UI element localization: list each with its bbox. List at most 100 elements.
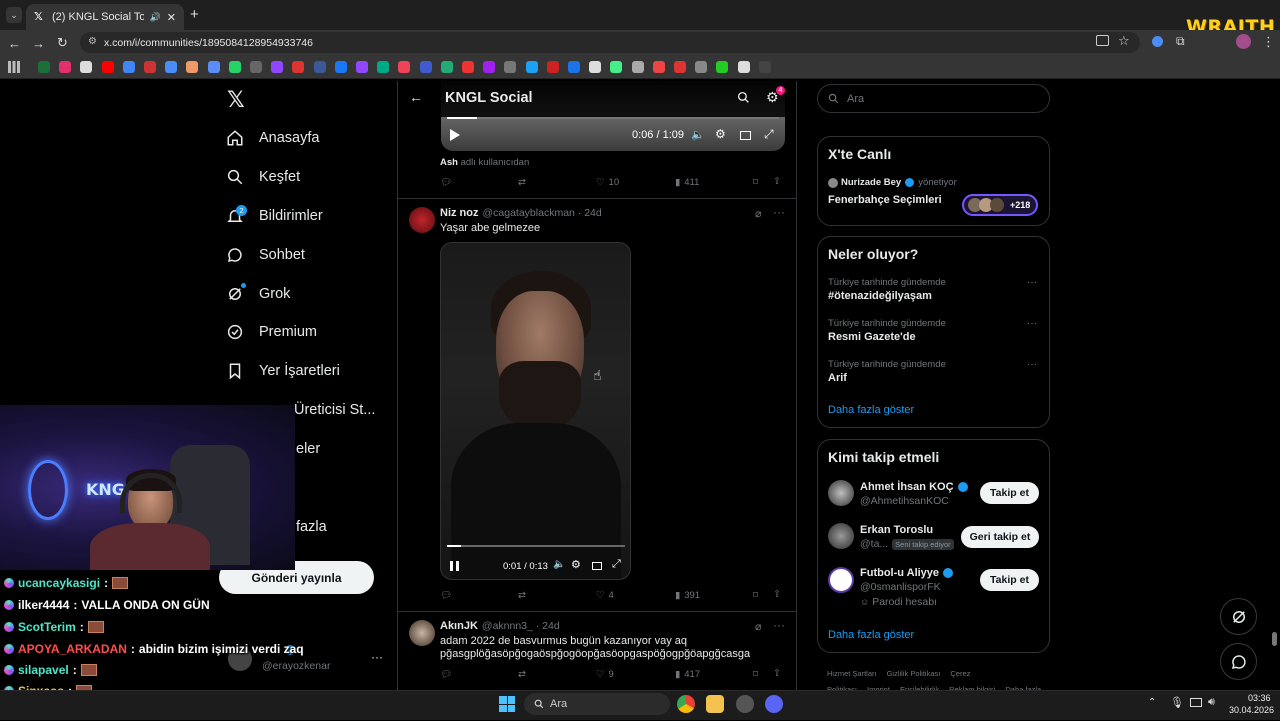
bookmark-favicon-icon[interactable] bbox=[440, 61, 453, 73]
bookmark-favicon-icon[interactable] bbox=[674, 61, 686, 73]
close-tab-icon[interactable]: ✕ bbox=[167, 11, 176, 24]
browser-tab[interactable]: 𝕏 (2) KNGL Social Topluluk / X 🔊 ✕ bbox=[26, 4, 184, 30]
account-more-icon[interactable]: ··· bbox=[371, 650, 383, 664]
like-button[interactable]: ♡ 10 bbox=[596, 177, 619, 188]
extensions-puzzle-icon[interactable]: ⧉ bbox=[1176, 34, 1185, 49]
sidebar-search-input[interactable]: Ara bbox=[817, 84, 1050, 113]
share-button[interactable]: ⇧ bbox=[773, 668, 781, 679]
reply-button[interactable]: 💬︎ bbox=[440, 669, 452, 680]
repost-button[interactable]: ⇄ bbox=[518, 669, 526, 680]
pip-icon[interactable] bbox=[592, 562, 602, 570]
reply-button[interactable]: 💬︎ bbox=[440, 590, 452, 601]
follow-back-button[interactable]: Geri takip et bbox=[961, 526, 1039, 548]
trends-show-more[interactable]: Daha fazla göster bbox=[828, 404, 914, 416]
tray-chevron-icon[interactable]: ⌃ bbox=[1148, 697, 1156, 708]
back-icon[interactable]: ← bbox=[8, 36, 21, 51]
bookmark-favicon-icon[interactable] bbox=[504, 61, 517, 73]
post-more-icon[interactable]: ··· bbox=[773, 205, 785, 219]
clock-time[interactable]: 03:36 bbox=[1248, 693, 1271, 703]
settings-taskbar-icon[interactable] bbox=[736, 695, 754, 713]
grok-post-icon[interactable]: ⌀ bbox=[755, 207, 762, 220]
tab-list-button[interactable]: ⌄ bbox=[6, 7, 22, 23]
bookmark-favicon-icon[interactable] bbox=[228, 61, 241, 73]
nav-creator-studio[interactable]: Üreticisi St... bbox=[294, 402, 375, 418]
bookmark-favicon-icon[interactable] bbox=[377, 61, 390, 73]
bookmark-favicon-icon[interactable] bbox=[737, 61, 750, 73]
grok-post-icon[interactable]: ⌀ bbox=[755, 620, 762, 633]
post-avatar[interactable] bbox=[409, 620, 435, 646]
nav-lists[interactable]: eler bbox=[296, 441, 320, 457]
forward-icon[interactable]: → bbox=[32, 36, 45, 51]
follow-show-more[interactable]: Daha fazla göster bbox=[828, 629, 914, 641]
profile-avatar[interactable] bbox=[1236, 34, 1251, 49]
nav-home[interactable]: Anasayfa bbox=[226, 124, 319, 152]
bookmark-favicon-icon[interactable] bbox=[631, 61, 644, 73]
bookmark-favicon-icon[interactable] bbox=[398, 61, 411, 73]
post-more-icon[interactable]: ··· bbox=[773, 618, 785, 632]
extension-icon[interactable] bbox=[1152, 36, 1163, 47]
grok-float-button[interactable] bbox=[1220, 598, 1257, 635]
follow-avatar[interactable] bbox=[828, 567, 854, 593]
share-button[interactable]: ⇧ bbox=[773, 589, 781, 600]
footer-link[interactable]: Hizmet Şartları bbox=[827, 669, 877, 678]
bookmark-favicon-icon[interactable] bbox=[652, 61, 665, 73]
like-button[interactable]: ♡ 9 bbox=[596, 669, 614, 680]
bookmark-favicon-icon[interactable] bbox=[568, 61, 580, 73]
bookmark-favicon-icon[interactable] bbox=[292, 61, 305, 73]
nav-premium[interactable]: Premium bbox=[226, 318, 317, 346]
follow-button[interactable]: Takip et bbox=[980, 482, 1039, 504]
x-home-logo[interactable]: 𝕏 bbox=[227, 88, 245, 113]
volume-icon[interactable]: 🔈 bbox=[691, 128, 705, 141]
network-icon[interactable] bbox=[1190, 698, 1202, 707]
clock-date[interactable]: 30.04.2026 bbox=[1229, 705, 1274, 715]
browser-menu-icon[interactable]: ⋮ bbox=[1262, 34, 1275, 50]
nav-grok[interactable]: Grok bbox=[226, 280, 290, 308]
pip-icon[interactable] bbox=[740, 131, 751, 140]
like-button[interactable]: ♡ 4 bbox=[596, 590, 614, 601]
post-avatar[interactable] bbox=[409, 207, 435, 233]
bookmark-favicon-icon[interactable] bbox=[758, 61, 771, 73]
bookmark-favicon-icon[interactable] bbox=[186, 61, 199, 73]
bookmark-favicon-icon[interactable] bbox=[80, 61, 93, 73]
bookmark-favicon-icon[interactable] bbox=[462, 61, 474, 73]
bookmark-favicon-icon[interactable] bbox=[334, 61, 347, 73]
bookmark-favicon-icon[interactable] bbox=[38, 61, 50, 73]
live-topic[interactable]: Fenerbahçe Seçimleri bbox=[828, 194, 942, 206]
repost-button[interactable]: ⇄ bbox=[518, 590, 526, 601]
attribution-user[interactable]: Ash bbox=[440, 157, 458, 168]
chrome-taskbar-icon[interactable] bbox=[677, 695, 695, 713]
live-listeners-pill[interactable]: +218 bbox=[962, 194, 1038, 216]
community-search-icon[interactable] bbox=[737, 91, 750, 104]
follow-avatar[interactable] bbox=[828, 523, 854, 549]
trend-item[interactable]: Resmi Gazete'de bbox=[828, 331, 916, 343]
follow-name[interactable]: Futbol-u Aliyye bbox=[860, 567, 939, 579]
volume-icon[interactable]: 🔈 bbox=[553, 559, 565, 570]
post-handle[interactable]: @cagatayblackman · 24d bbox=[483, 207, 602, 219]
nav-more[interactable]: fazla bbox=[296, 519, 327, 535]
messages-float-button[interactable] bbox=[1220, 643, 1257, 680]
address-bar[interactable]: ⚙ x.com/i/communities/189508412895493374… bbox=[80, 32, 1140, 53]
views-button[interactable]: ▮ 417 bbox=[675, 669, 700, 680]
install-icon[interactable] bbox=[1096, 35, 1109, 46]
back-arrow-icon[interactable]: ← bbox=[409, 89, 423, 105]
site-info-icon[interactable]: ⚙ bbox=[88, 36, 97, 47]
reload-icon[interactable]: ↻ bbox=[57, 35, 68, 51]
post-video[interactable]: 0:01 / 0:13 🔈 ⚙ ⤢ bbox=[440, 242, 631, 580]
bookmark-favicon-icon[interactable] bbox=[207, 61, 220, 73]
bookmark-favicon-icon[interactable] bbox=[144, 61, 156, 73]
trend-item[interactable]: #ötenazideğilyaşam bbox=[828, 290, 932, 302]
apps-grid-icon[interactable] bbox=[8, 61, 20, 73]
bookmark-favicon-icon[interactable] bbox=[525, 61, 538, 73]
bookmark-favicon-icon[interactable] bbox=[250, 61, 262, 73]
post-author[interactable]: AkınJK bbox=[440, 620, 478, 632]
audio-icon[interactable]: 🔊 bbox=[150, 12, 161, 23]
share-button[interactable]: ⇧ bbox=[773, 176, 781, 187]
video-settings-icon[interactable]: ⚙ bbox=[571, 558, 581, 571]
trend-item[interactable]: Arif bbox=[828, 372, 847, 384]
bookmark-favicon-icon[interactable] bbox=[122, 61, 135, 73]
discord-taskbar-icon[interactable] bbox=[765, 695, 783, 713]
video-progress-track[interactable] bbox=[447, 545, 625, 547]
pause-icon[interactable] bbox=[450, 561, 459, 571]
bookmark-button[interactable]: ⌑ bbox=[753, 177, 758, 188]
nav-explore[interactable]: Keşfet bbox=[226, 163, 300, 191]
